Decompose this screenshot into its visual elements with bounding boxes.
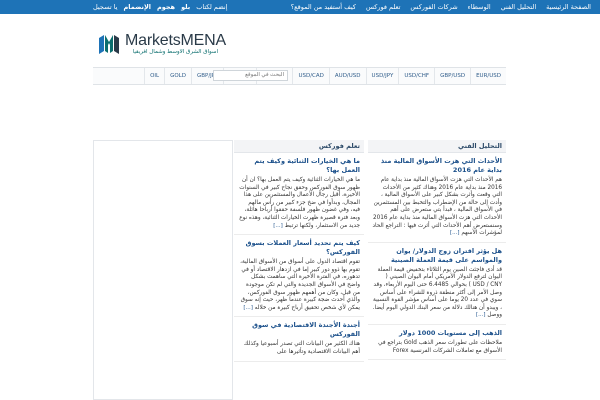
read-more-link[interactable]: [...] bbox=[243, 305, 253, 311]
ticker-oil[interactable]: OIL bbox=[144, 68, 164, 84]
article-title[interactable]: هل يؤثر اقتران زوج الدولار/ يوان والمواس… bbox=[372, 247, 502, 265]
join-link[interactable]: إنضم لكتاب bbox=[193, 0, 230, 14]
logo-tagline: أسواق الشرق الأوسط وشمال أفريقيا bbox=[132, 49, 218, 55]
article-title[interactable]: كيف يتم تحديد أسعار العملات بسوق الفوركس… bbox=[238, 239, 360, 257]
logo-name: MarketsMENA bbox=[125, 32, 226, 49]
learn-forex-header[interactable]: تعلم فوركس bbox=[234, 140, 364, 153]
nav-technical-analysis[interactable]: التحليل الفني bbox=[496, 0, 542, 14]
ticker-gold[interactable]: GOLD bbox=[164, 68, 191, 84]
article-excerpt: هناك الكثير من البيانات التي تصدر أسبوعي… bbox=[243, 341, 360, 355]
article-excerpt: هم الأحداث التي هزت الأسواق المالية منذ … bbox=[372, 177, 502, 237]
article-item: أجندة الأجندة الاقتصادية في سوق الفوركس … bbox=[234, 317, 364, 362]
site-logo[interactable]: MarketsMENA أسواق الشرق الأوسط وشمال أفر… bbox=[98, 32, 228, 62]
read-more-link[interactable]: [...] bbox=[450, 230, 460, 236]
article-item: هل يؤثر اقتران زوج الدولار/ يوان والمواس… bbox=[368, 243, 506, 325]
article-excerpt: قد أدى فاجئت الصين يوم الثلاثاء بتخفيض ق… bbox=[372, 266, 502, 319]
auth-link-2[interactable]: بلو bbox=[178, 0, 193, 14]
article-title[interactable]: الأحداث التي هزت الأسواق المالية منذ بدا… bbox=[372, 157, 502, 175]
technical-analysis-header[interactable]: التحليل الفني bbox=[368, 140, 506, 153]
main-nav: الصفحة الرئيسية التحليل الفني الوسطاء شر… bbox=[286, 0, 596, 14]
article-item: الأحداث التي هزت الأسواق المالية منذ بدا… bbox=[368, 153, 506, 243]
read-more-link[interactable]: [...] bbox=[273, 223, 283, 229]
auth-links: إنضم لكتاب بلو هجوم الإنضمام يا تسجيل bbox=[90, 0, 231, 14]
article-item: الذهب إلى مستويات 1000 دولار ملاحظات على… bbox=[368, 325, 506, 361]
article-excerpt: تقوم اقتصاد الدول على أسواق من الأسواق ا… bbox=[240, 259, 360, 311]
register-link[interactable]: يا تسجيل bbox=[90, 0, 121, 14]
nav-home[interactable]: الصفحة الرئيسية bbox=[541, 0, 596, 14]
nav-brokers[interactable]: الوسطاء bbox=[463, 0, 496, 14]
read-more-link[interactable]: [...] bbox=[476, 312, 486, 318]
nav-forex-companies[interactable]: شركات الفوركس bbox=[405, 0, 462, 14]
top-navigation-bar: الصفحة الرئيسية التحليل الفني الوسطاء شر… bbox=[0, 0, 600, 14]
currency-ticker-bar: EUR/USD GBP/USD USD/CHF USD/JPY AUD/USD … bbox=[93, 67, 506, 85]
learn-forex-column: تعلم فوركس ما هي الخيارات الثنائية وكيف … bbox=[234, 140, 364, 400]
nav-how-to-benefit[interactable]: كيف أستفيد من الموقع؟ bbox=[286, 0, 361, 14]
ticker-usdcad[interactable]: USD/CAD bbox=[292, 68, 328, 84]
article-item: ما هي الخيارات الثنائية وكيف يتم العمل ب… bbox=[234, 153, 364, 236]
auth-link-3[interactable]: هجوم bbox=[154, 0, 178, 14]
ticker-eurusd[interactable]: EUR/USD bbox=[470, 68, 506, 84]
nav-learn-forex[interactable]: تعلم فوركس bbox=[361, 0, 405, 14]
logo-icon bbox=[99, 35, 119, 54]
article-excerpt: ملاحظات على تطورات سعر الذهب Gold بتراجع… bbox=[378, 339, 502, 354]
ticker-audusd[interactable]: AUD/USD bbox=[328, 68, 366, 84]
article-title[interactable]: أجندة الأجندة الاقتصادية في سوق الفوركس bbox=[238, 321, 360, 339]
left-sidebar-widget bbox=[93, 140, 233, 400]
ticker-gbpusd[interactable]: GBP/USD bbox=[434, 68, 470, 84]
article-title[interactable]: الذهب إلى مستويات 1000 دولار bbox=[372, 329, 502, 338]
article-title[interactable]: ما هي الخيارات الثنائية وكيف يتم العمل ب… bbox=[238, 157, 360, 175]
ticker-usdchf[interactable]: USD/CHF bbox=[398, 68, 434, 84]
article-item: كيف يتم تحديد أسعار العملات بسوق الفوركس… bbox=[234, 235, 364, 318]
article-excerpt: ما هي الخيارات الثنائية وكيف يتم العمل ب… bbox=[239, 177, 360, 229]
search-input[interactable] bbox=[213, 70, 288, 81]
ticker-usdjpy[interactable]: USD/JPY bbox=[365, 68, 399, 84]
auth-link-4[interactable]: الإنضمام bbox=[121, 0, 154, 14]
technical-analysis-column: التحليل الفني الأحداث التي هزت الأسواق ا… bbox=[368, 140, 506, 400]
